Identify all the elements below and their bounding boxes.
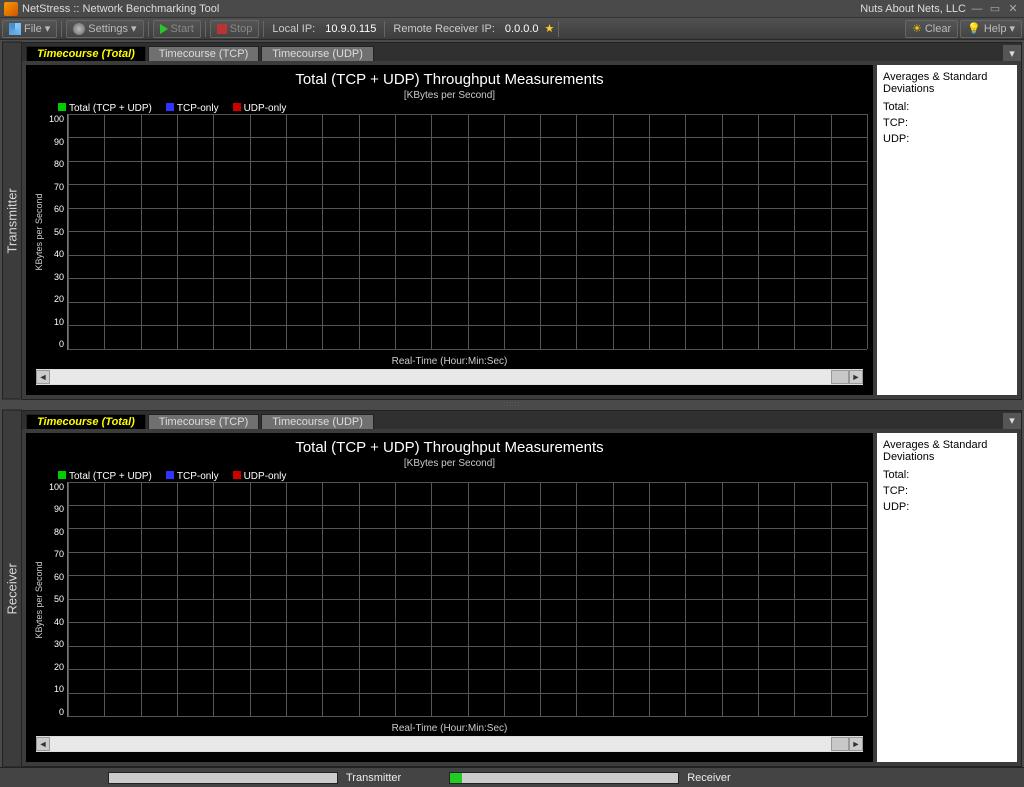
minimize-button[interactable]: — [970, 3, 984, 15]
scroll-left-icon[interactable]: ◄ [36, 370, 50, 384]
main-toolbar: File ▾ Settings ▾ Start Stop Local IP: 1… [0, 18, 1024, 40]
local-ip-label: Local IP: [268, 23, 319, 35]
star-icon[interactable]: ★ [545, 22, 555, 35]
stats-total-label: Total: [883, 101, 1011, 113]
stats-udp-label: UDP: [883, 133, 1011, 145]
legend-swatch-tcp [166, 471, 174, 479]
vendor-label: Nuts About Nets, LLC [860, 3, 966, 15]
panel-options-icon[interactable]: ▾ [1003, 45, 1021, 61]
chart-horizontal-scrollbar[interactable]: ◄ ► [36, 369, 863, 385]
play-icon [160, 24, 168, 34]
local-ip-value: 10.9.0.115 [321, 23, 380, 35]
stats-header: Averages & Standard Deviations [883, 439, 1011, 463]
sun-icon: ☀ [912, 22, 922, 35]
maximize-button[interactable]: ▭ [988, 3, 1002, 15]
chart-horizontal-scrollbar[interactable]: ◄ ► [36, 736, 863, 752]
stats-tcp-label: TCP: [883, 485, 1011, 497]
stop-button[interactable]: Stop [210, 20, 260, 38]
tab-timecourse-tcp[interactable]: Timecourse (TCP) [148, 414, 259, 429]
chevron-down-icon: ▾ [1009, 22, 1015, 35]
remote-ip-value: 0.0.0.0 [501, 23, 543, 35]
home-icon [9, 23, 21, 35]
y-axis-label: KBytes per Second [32, 482, 46, 718]
legend-swatch-total [58, 471, 66, 479]
stats-header: Averages & Standard Deviations [883, 71, 1011, 95]
settings-menu[interactable]: Settings ▾ [66, 20, 143, 38]
scroll-right-icon[interactable]: ► [849, 370, 863, 384]
receiver-side-label: Receiver [2, 410, 22, 768]
panel-options-icon[interactable]: ▾ [1003, 413, 1021, 429]
tab-timecourse-udp[interactable]: Timecourse (UDP) [261, 46, 374, 61]
y-axis-ticks: 1009080706050403020100 [46, 482, 67, 718]
gear-icon [73, 23, 85, 35]
y-axis-label: KBytes per Second [32, 114, 46, 350]
tab-timecourse-total[interactable]: Timecourse (Total) [26, 414, 146, 429]
transmitter-tabs: Timecourse (Total) Timecourse (TCP) Time… [22, 43, 1021, 61]
x-axis-label: Real-Time (Hour:Min:Sec) [32, 717, 867, 734]
file-menu[interactable]: File ▾ [2, 20, 57, 38]
legend-swatch-udp [233, 103, 241, 111]
stop-icon [217, 24, 227, 34]
chevron-down-icon: ▾ [131, 22, 137, 35]
start-button[interactable]: Start [153, 20, 201, 38]
window-title: NetStress :: Network Benchmarking Tool [22, 3, 219, 15]
status-receiver-label: Receiver [687, 772, 730, 784]
receiver-progress [449, 772, 679, 784]
help-menu[interactable]: 💡Help ▾ [960, 20, 1022, 38]
x-axis-label: Real-Time (Hour:Min:Sec) [32, 350, 867, 367]
tab-timecourse-udp[interactable]: Timecourse (UDP) [261, 414, 374, 429]
chart-legend: Total (TCP + UDP) TCP-only UDP-only [58, 471, 867, 482]
clear-button[interactable]: ☀Clear [905, 20, 958, 38]
chart-title: Total (TCP + UDP) Throughput Measurement… [32, 439, 867, 456]
panel-splitter[interactable]: :::::: [2, 402, 1022, 408]
app-icon [4, 2, 18, 16]
tab-timecourse-total[interactable]: Timecourse (Total) [26, 46, 146, 61]
stats-udp-label: UDP: [883, 501, 1011, 513]
chart-subtitle: [KBytes per Second] [32, 90, 867, 101]
legend-swatch-udp [233, 471, 241, 479]
stats-total-label: Total: [883, 469, 1011, 481]
transmitter-chart: Total (TCP + UDP) Throughput Measurement… [26, 65, 873, 395]
close-button[interactable]: ✕ [1006, 3, 1020, 15]
transmitter-stats-panel: Averages & Standard Deviations Total: TC… [877, 65, 1017, 395]
lightbulb-icon: 💡 [967, 22, 981, 35]
status-transmitter-label: Transmitter [346, 772, 401, 784]
chart-legend: Total (TCP + UDP) TCP-only UDP-only [58, 103, 867, 114]
chevron-down-icon: ▾ [45, 22, 51, 35]
window-titlebar: NetStress :: Network Benchmarking Tool N… [0, 0, 1024, 18]
stats-tcp-label: TCP: [883, 117, 1011, 129]
receiver-chart: Total (TCP + UDP) Throughput Measurement… [26, 433, 873, 763]
scroll-right-icon[interactable]: ► [849, 737, 863, 751]
y-axis-ticks: 1009080706050403020100 [46, 114, 67, 350]
scroll-left-icon[interactable]: ◄ [36, 737, 50, 751]
chart-grid [67, 114, 867, 350]
legend-swatch-total [58, 103, 66, 111]
transmitter-progress [108, 772, 338, 784]
receiver-tabs: Timecourse (Total) Timecourse (TCP) Time… [22, 411, 1021, 429]
receiver-stats-panel: Averages & Standard Deviations Total: TC… [877, 433, 1017, 763]
tab-timecourse-tcp[interactable]: Timecourse (TCP) [148, 46, 259, 61]
chart-subtitle: [KBytes per Second] [32, 458, 867, 469]
status-bar: Transmitter Receiver [0, 767, 1024, 787]
chart-grid [67, 482, 867, 718]
remote-ip-label: Remote Receiver IP: [389, 23, 498, 35]
chart-title: Total (TCP + UDP) Throughput Measurement… [32, 71, 867, 88]
transmitter-side-label: Transmitter [2, 42, 22, 400]
legend-swatch-tcp [166, 103, 174, 111]
